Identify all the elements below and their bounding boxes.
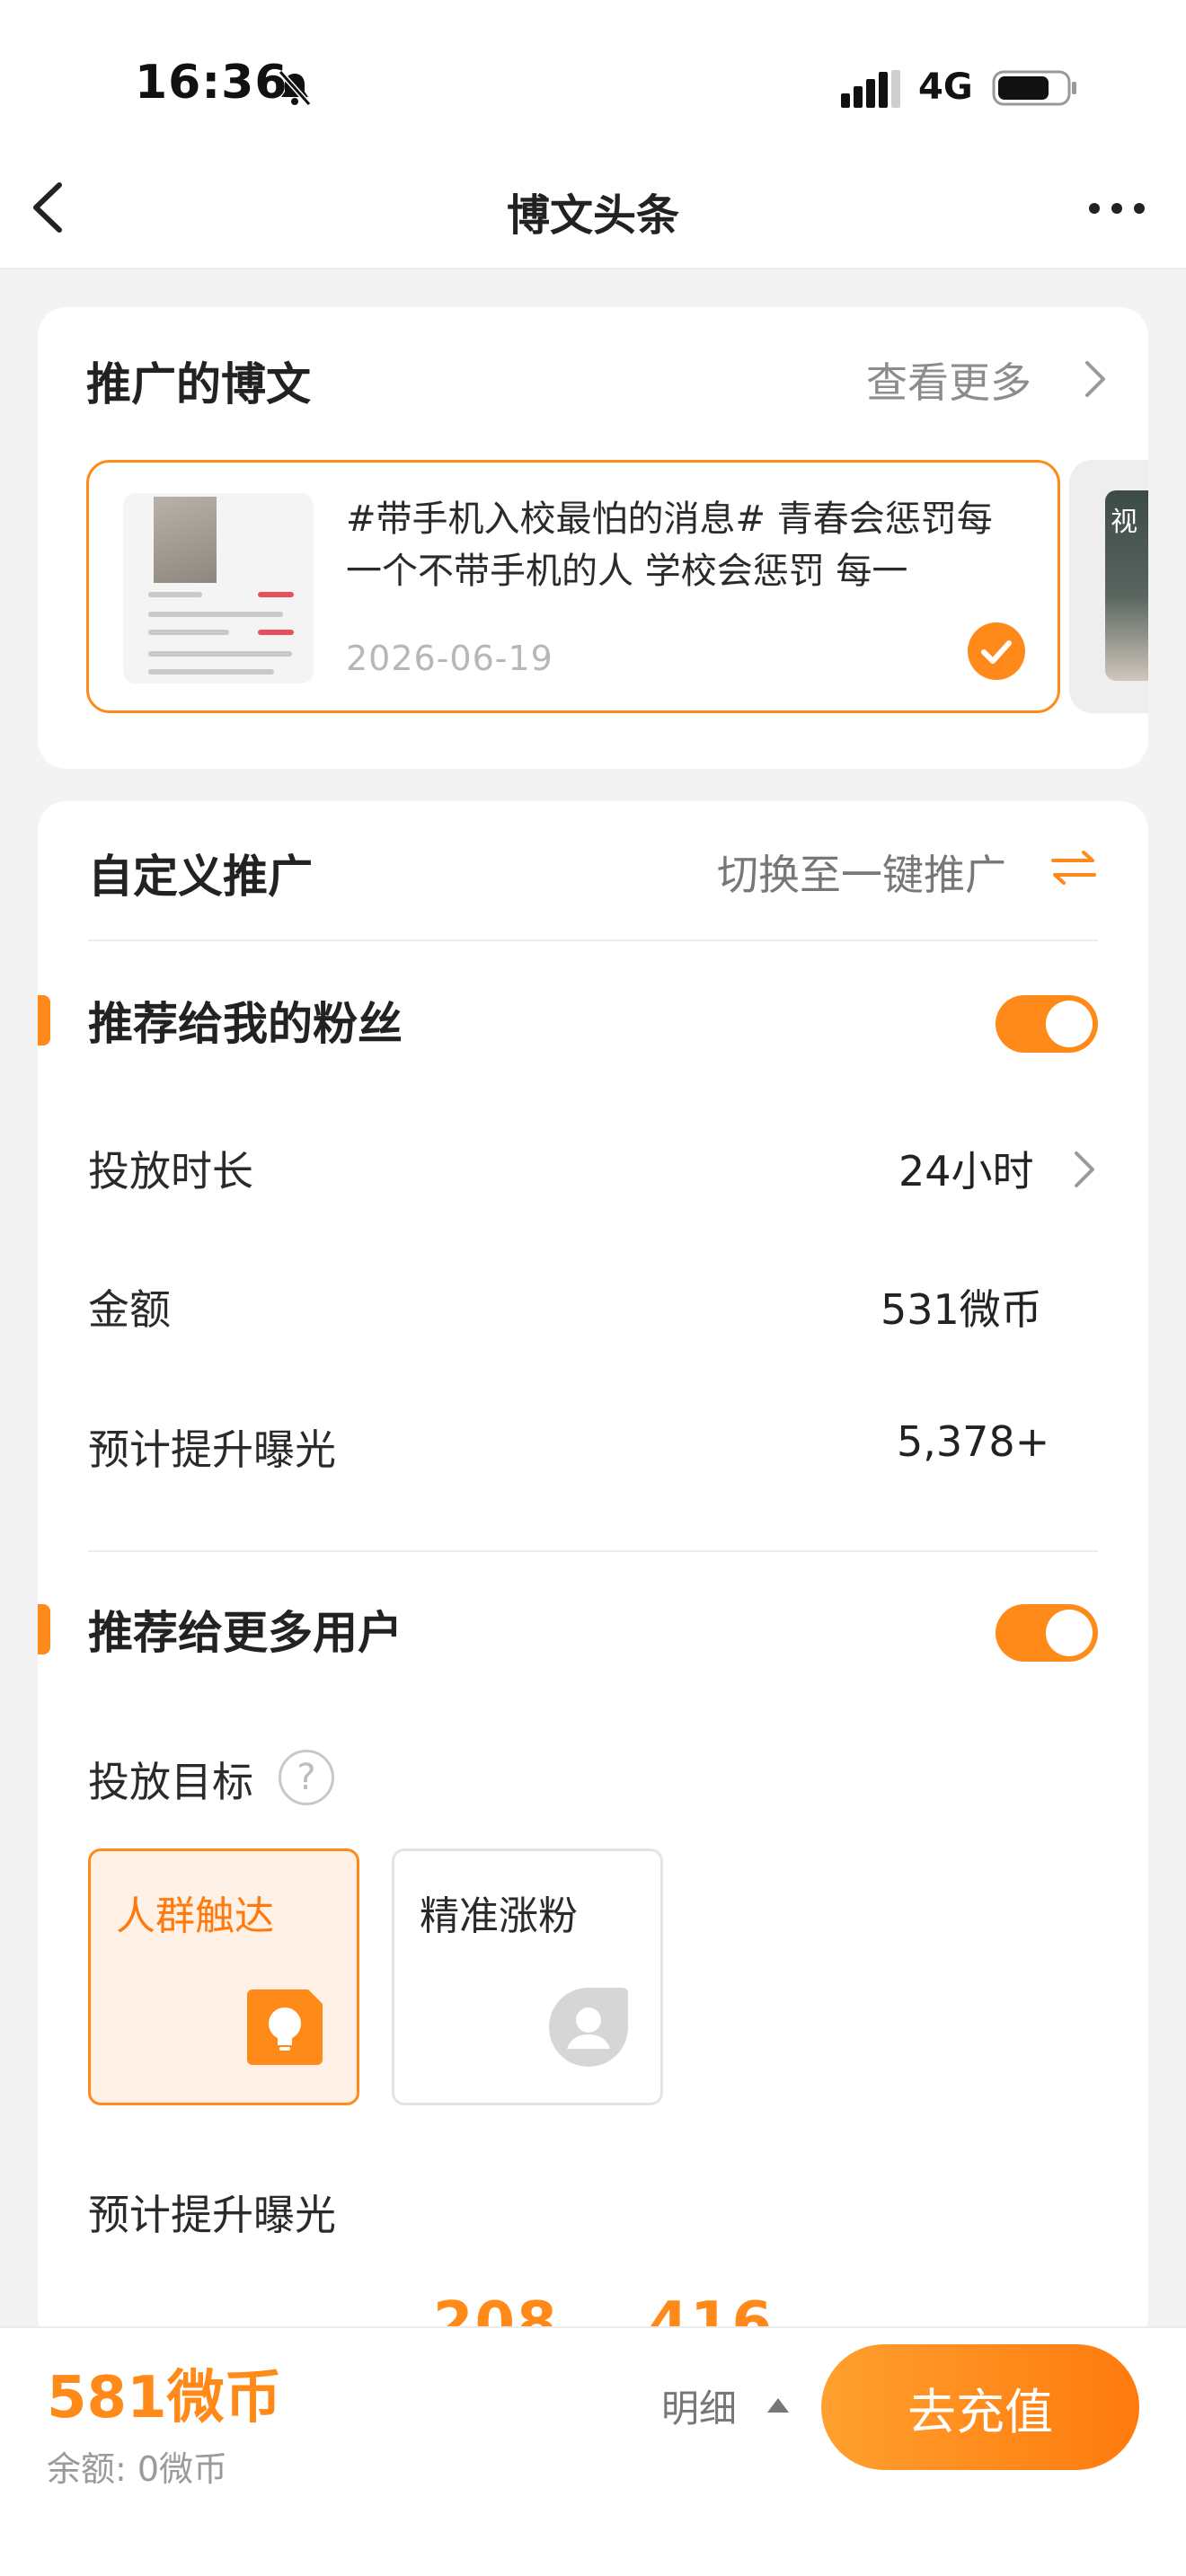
divider (88, 940, 1098, 941)
thumbnail-like (258, 630, 294, 635)
lightbulb-icon (247, 1989, 323, 2065)
chevron-right-icon[interactable] (1071, 1148, 1098, 1191)
page-title: 博文头条 (506, 190, 679, 241)
section-marker (38, 1604, 50, 1654)
help-icon[interactable]: ? (279, 1750, 334, 1805)
thumbnail-line (148, 592, 202, 597)
person-icon (549, 1988, 628, 2067)
custom-promotion-card: 自定义推广 切换至一键推广 推荐给我的粉丝 投放时长 24小时 金额 531微币… (38, 801, 1148, 2357)
total-price: 581微币 (47, 2365, 282, 2431)
fans-toggle[interactable] (996, 995, 1098, 1053)
view-more-link[interactable]: 查看更多 (866, 350, 1031, 410)
toggle-knob (1046, 1610, 1093, 1656)
detail-link[interactable]: 明细 (661, 2378, 737, 2433)
amount-label: 金额 (88, 1285, 171, 1334)
target-option-label: 精准涨粉 (420, 1893, 578, 1939)
recharge-button[interactable]: 去充值 (821, 2344, 1139, 2470)
post-text: #带手机入校最怕的消息# 青春会惩罚每一个不带手机的人 学校会惩罚 每一 (346, 498, 993, 592)
check-circle-icon (968, 622, 1025, 680)
thumbnail-line (148, 612, 283, 617)
more-users-toggle[interactable] (996, 1604, 1098, 1662)
fans-section-title: 推荐给我的粉丝 (88, 998, 403, 1050)
battery-icon (992, 70, 1076, 106)
duration-label: 投放时长 (88, 1147, 253, 1195)
promoted-post-card: 推广的博文 查看更多 #带手机入校最怕的消息# 青春会惩罚每一个不带手机的人 学… (38, 307, 1148, 769)
network-type: 4G (918, 66, 973, 108)
thumbnail-line (148, 630, 229, 635)
promoted-section-title: 推广的博文 (86, 358, 311, 410)
thumbnail-line (148, 651, 292, 657)
signal-icon (841, 70, 900, 108)
thumbnail-line (148, 669, 274, 675)
target-option-reach[interactable]: 人群触达 (88, 1848, 359, 2105)
toggle-knob (1046, 1001, 1093, 1047)
next-post-tag: 视 (1111, 507, 1137, 538)
more-users-section-title: 推荐给更多用户 (88, 1607, 403, 1659)
more-dots-icon[interactable] (1085, 194, 1148, 223)
exposure-label: 预计提升曝光 (88, 1425, 336, 1474)
bell-muted-icon (278, 70, 312, 106)
next-post-peek[interactable]: 视 (1069, 460, 1148, 713)
caret-up-icon[interactable] (766, 2396, 791, 2414)
forecast-label: 预计提升曝光 (88, 2191, 336, 2239)
target-option-fans[interactable]: 精准涨粉 (392, 1848, 663, 2105)
post-thumbnail (123, 493, 314, 684)
custom-section-title: 自定义推广 (88, 851, 313, 903)
status-time: 16:36 (135, 56, 288, 110)
top-bar: 16:36 4G 博文头条 (0, 0, 1186, 269)
switch-one-click-link[interactable]: 切换至一键推广 (717, 842, 1006, 902)
chevron-right-icon[interactable] (1082, 357, 1109, 401)
promoted-post-item[interactable]: #带手机入校最怕的消息# 青春会惩罚每一个不带手机的人 学校会惩罚 每一 202… (86, 460, 1060, 713)
post-date: 2026-06-19 (346, 639, 553, 678)
target-option-label: 人群触达 (116, 1893, 274, 1939)
section-marker (38, 995, 50, 1045)
balance-text: 余额: 0微币 (47, 2449, 228, 2489)
swap-arrows-icon[interactable] (1049, 850, 1098, 886)
thumbnail-like (258, 592, 294, 597)
duration-value[interactable]: 24小时 (898, 1139, 1034, 1198)
thumbnail-photo (154, 497, 217, 583)
exposure-value: 5,378+ (897, 1417, 1050, 1466)
target-label: 投放目标 (88, 1758, 253, 1806)
bottom-bar: 581微币 余额: 0微币 明细 去充值 (0, 2326, 1186, 2576)
amount-value: 531微币 (881, 1285, 1042, 1334)
divider (88, 1550, 1098, 1552)
